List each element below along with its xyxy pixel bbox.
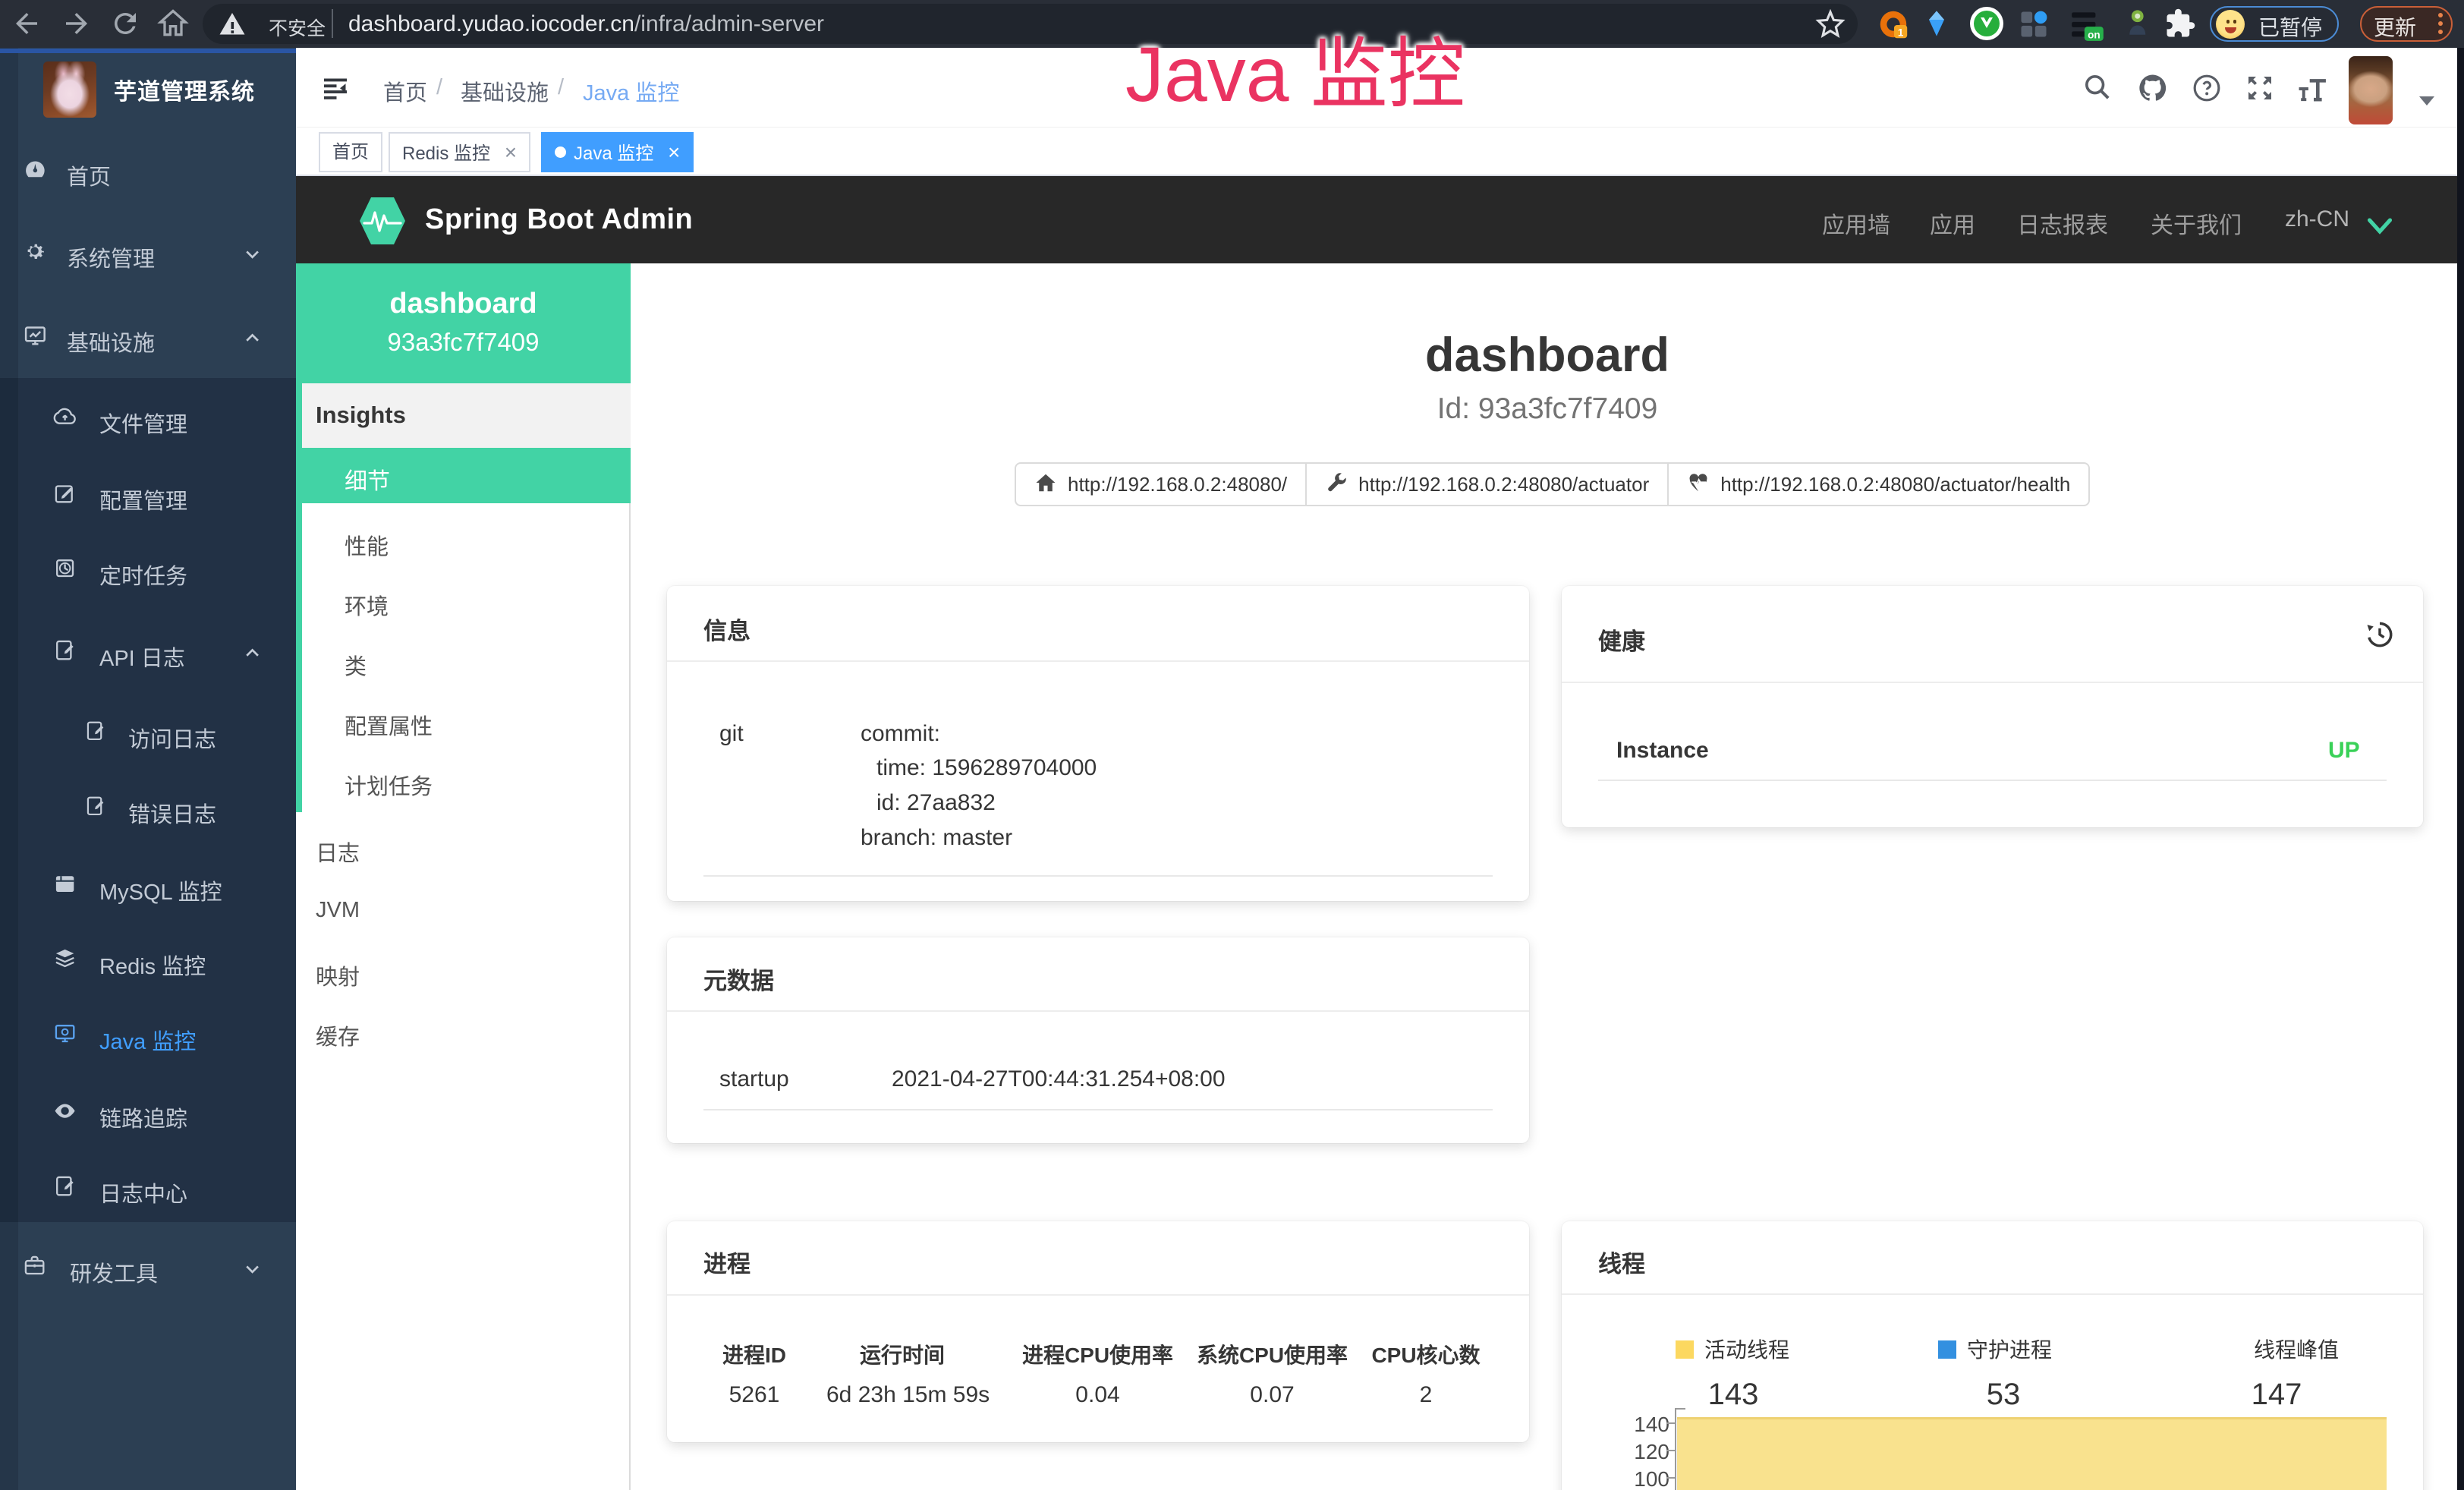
svg-text:1: 1 — [1898, 27, 1904, 38]
svg-text:on: on — [2088, 29, 2101, 40]
